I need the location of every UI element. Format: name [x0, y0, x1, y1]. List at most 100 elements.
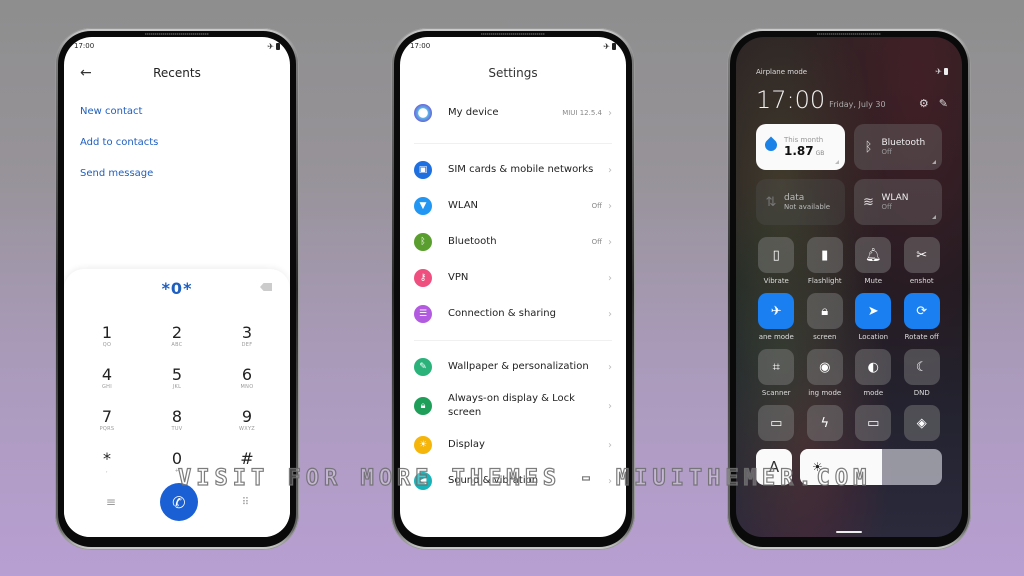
backspace-icon[interactable] [260, 283, 272, 291]
key-digit: # [240, 448, 254, 468]
dial-input[interactable]: *0* [162, 279, 193, 298]
settings-item-display[interactable]: ☀ Display › [414, 427, 612, 463]
settings-item-lock-screen[interactable]: 🔒︎ Always-on display & Lock screen › [414, 385, 612, 427]
dial-key-9[interactable]: 9 WXYZ [212, 401, 282, 439]
key-letters: GHI [101, 383, 112, 390]
brightness-slider[interactable]: ☀ [800, 449, 942, 485]
page-title: Recents [153, 66, 201, 80]
status-icons: ✈ [935, 67, 948, 76]
toggle-dark-mode[interactable]: ◐ mode [849, 349, 898, 399]
dialpad-toggle-icon[interactable]: ⠿ [242, 497, 249, 508]
brush-icon: ✎ [414, 358, 432, 376]
wlan-tile[interactable]: ≋ WLAN Off [853, 179, 942, 225]
font-size-button[interactable]: A [756, 449, 792, 485]
toggle-mi-share[interactable]: ◈ [898, 405, 947, 441]
settings-item-wlan[interactable]: ▼ WLAN Off › [414, 188, 612, 224]
toggle-scanner[interactable]: ⌗ Scanner [752, 349, 801, 399]
phone-icon: ✆ [172, 492, 186, 512]
dial-key-3[interactable]: 3 DEF [212, 317, 282, 355]
settings-screen: 17:00 ✈ Settings My device MIUI 12.5.4 ›… [400, 37, 626, 537]
toggle-dnd[interactable]: ☾ DND [898, 349, 947, 399]
brightness-fill: ☀ [800, 449, 883, 485]
settings-item-connection-sharing[interactable]: ☰ Connection & sharing › [414, 296, 612, 332]
toggle-screenshot[interactable]: ✂ enshot [898, 237, 947, 287]
phone-settings: 17:00 ✈ Settings My device MIUI 12.5.4 ›… [391, 28, 635, 550]
wifi-icon: ≋ [863, 194, 874, 210]
dial-key-1[interactable]: 1 QO [72, 317, 142, 355]
toggle-label: ane mode [758, 333, 794, 341]
dial-key-hash[interactable]: # [212, 443, 282, 481]
toggle-cast[interactable]: ▭ [849, 405, 898, 441]
settings-item-value: MIUI 12.5.4 [562, 109, 602, 117]
chevron-right-icon: › [608, 236, 612, 248]
airplane-icon: ✈ [267, 41, 274, 51]
key-digit: 4 [101, 364, 113, 384]
divider [414, 143, 612, 144]
settings-item-label: Connection & sharing [448, 308, 556, 319]
device-icon [414, 104, 432, 122]
mobile-data-icon: ⇅ [765, 194, 777, 210]
data-usage-tile[interactable]: This month 1.87 GB [756, 124, 845, 170]
home-indicator[interactable] [836, 531, 862, 533]
send-message-link[interactable]: Send message [80, 158, 274, 189]
tile-title: WLAN [881, 193, 909, 203]
settings-gear-icon[interactable]: ⚙ [919, 97, 929, 110]
dial-bottom-bar: ≡ ✆ ⠿ [64, 481, 290, 523]
phone-dialer: 17:00 ✈ ← Recents New contact Add to con… [55, 28, 299, 550]
dialer-header: ← Recents [64, 55, 290, 91]
key-letters: QO [102, 341, 112, 348]
toggle-label: Rotate off [904, 333, 939, 341]
dial-key-4[interactable]: 4 GHI [72, 359, 142, 397]
toggle-vibrate[interactable]: ▯ Vibrate [752, 237, 801, 287]
toggle-mute[interactable]: 🔔︎ Mute [849, 237, 898, 287]
settings-item-label: My device [448, 107, 499, 118]
settings-item-vpn[interactable]: ⚷ VPN › [414, 260, 612, 296]
settings-item-bluetooth[interactable]: ᛒ Bluetooth Off › [414, 224, 612, 260]
toggle-location[interactable]: ➤ Location [849, 293, 898, 343]
tile-state: Off [881, 148, 892, 156]
toggle-ultra-saver[interactable]: ϟ [801, 405, 850, 441]
toggle-reading-mode[interactable]: ◉ ing mode [801, 349, 850, 399]
settings-item-wallpaper[interactable]: ✎ Wallpaper & personalization › [414, 349, 612, 385]
mobile-data-tile[interactable]: ⇅ data Not available [756, 179, 845, 225]
sun-icon: ☀ [414, 436, 432, 454]
toggle-flashlight[interactable]: ▮ Flashlight [801, 237, 850, 287]
speaker-grille [481, 33, 545, 35]
settings-item-sim[interactable]: ▣ SIM cards & mobile networks › [414, 152, 612, 188]
dial-key-star[interactable]: *, [72, 443, 142, 481]
tile-state: Off [881, 203, 892, 211]
dial-key-2[interactable]: 2 ABC [142, 317, 212, 355]
dial-key-8[interactable]: 8 TUV [142, 401, 212, 439]
key-digit: 1 [101, 322, 113, 342]
settings-item-label: Display [448, 439, 485, 450]
settings-item-label: SIM cards & mobile networks [448, 164, 594, 175]
toggle-label: mode [863, 389, 884, 397]
add-to-contacts-link[interactable]: Add to contacts [80, 127, 274, 158]
settings-item-my-device[interactable]: My device MIUI 12.5.4 › [414, 91, 612, 135]
bluetooth-tile[interactable]: ᛒ Bluetooth Off [853, 124, 942, 170]
dial-key-0[interactable]: 0 + [142, 443, 212, 481]
speaker-grille [145, 33, 209, 35]
toggle-airplane-mode[interactable]: ✈ ane mode [752, 293, 801, 343]
settings-item-label: Bluetooth [448, 236, 497, 247]
settings-item-label: Wallpaper & personalization [448, 361, 589, 372]
toggle-battery-saver[interactable]: ▭ [752, 405, 801, 441]
menu-icon[interactable]: ≡ [106, 495, 116, 509]
edit-icon[interactable]: ✎ [939, 97, 948, 110]
divider [414, 340, 612, 341]
dial-keys: 1 QO 2 ABC 3 DEF 4 GHI 5 JKL 6 MNO 7 PQRS 8 TUV … [64, 307, 290, 481]
dial-key-7[interactable]: 7 PQRS [72, 401, 142, 439]
dial-key-6[interactable]: 6 MNO [212, 359, 282, 397]
new-contact-link[interactable]: New contact [80, 96, 274, 127]
call-button[interactable]: ✆ [159, 483, 198, 521]
key-letters: PQRS [99, 425, 115, 432]
toggle-rotate[interactable]: ⟳ Rotate off [898, 293, 947, 343]
toggle-lock-screen[interactable]: 🔒︎ screen [801, 293, 850, 343]
flashlight-icon: ▮ [806, 237, 843, 273]
settings-item-sound[interactable]: ◀ Sound & vibration › [414, 463, 612, 499]
chevron-right-icon: › [608, 107, 612, 119]
dial-key-5[interactable]: 5 JKL [142, 359, 212, 397]
data-value: 1.87 GB [784, 144, 824, 158]
lock-icon: 🔒︎ [806, 293, 843, 329]
back-arrow-icon[interactable]: ← [80, 65, 92, 81]
